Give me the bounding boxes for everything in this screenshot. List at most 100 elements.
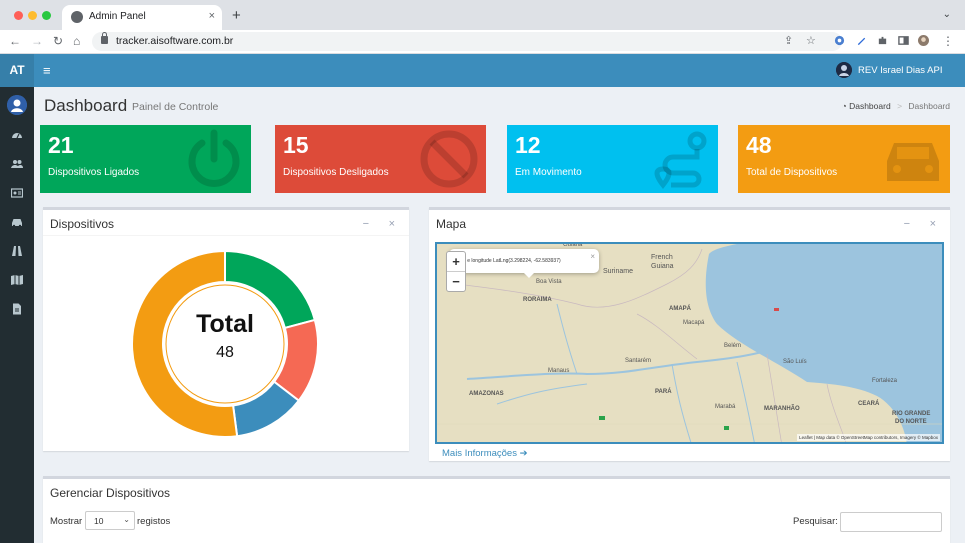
sidebar-toggle-icon[interactable] bbox=[898, 35, 909, 46]
app-logo[interactable]: AT bbox=[0, 54, 34, 87]
stat-box-moving[interactable]: 12 Em Movimento bbox=[507, 125, 718, 193]
address-bar[interactable]: tracker.aisoftware.com.br ⇪ ☆ bbox=[92, 32, 842, 51]
map-label: Guiana bbox=[563, 242, 583, 248]
panel-divider bbox=[43, 235, 409, 236]
browser-menu-icon[interactable]: ⋮ bbox=[942, 34, 954, 48]
forward-arrow-icon[interactable]: → bbox=[31, 34, 43, 48]
records-label: registos bbox=[137, 516, 171, 527]
popup-tip bbox=[524, 273, 534, 278]
car-icon bbox=[887, 143, 939, 181]
map-popup: itude e longitude LatLng(3.298224, -62.5… bbox=[449, 249, 599, 278]
stat-box-total[interactable]: 48 Total de Dispositivos bbox=[738, 125, 950, 193]
wrench-extension-icon[interactable] bbox=[856, 35, 867, 46]
share-icon[interactable]: ⇪ bbox=[784, 34, 793, 47]
map-label: Fortaleza bbox=[872, 378, 898, 384]
map-label: French bbox=[651, 254, 673, 261]
browser-tab[interactable]: Admin Panel × bbox=[62, 5, 222, 30]
map-panel: Mapa − × Guiana French Guiana Suriname B… bbox=[429, 207, 950, 461]
profile-avatar[interactable] bbox=[918, 35, 929, 46]
popup-close-button[interactable]: × bbox=[590, 252, 595, 261]
map-attribution[interactable]: Leaflet | Map data © OpenStreetMap contr… bbox=[797, 434, 940, 441]
donut-center-value: 48 bbox=[216, 344, 234, 361]
id-card-icon[interactable] bbox=[11, 187, 23, 199]
users-icon[interactable] bbox=[11, 158, 23, 170]
map-label: RIO GRANDE bbox=[892, 411, 931, 417]
menu-toggle-icon[interactable]: ≡ bbox=[43, 63, 51, 78]
close-button[interactable]: × bbox=[930, 218, 936, 230]
new-tab-button[interactable]: + bbox=[232, 7, 241, 24]
map-label: Boa Vista bbox=[536, 279, 562, 285]
minimize-button[interactable]: − bbox=[904, 218, 910, 230]
show-label: Mostrar bbox=[50, 516, 83, 527]
car-icon[interactable] bbox=[11, 216, 23, 228]
map-label: São Luís bbox=[783, 359, 807, 365]
dashboard-gauge-icon: ◔ bbox=[841, 101, 847, 111]
window-zoom-button[interactable] bbox=[42, 11, 51, 20]
map-tiles bbox=[437, 244, 942, 442]
popup-text: itude e longitude LatLng(3.298224, -62.5… bbox=[455, 258, 561, 264]
stat-value: 48 bbox=[746, 132, 772, 158]
extension-icon[interactable] bbox=[834, 35, 845, 46]
search-label: Pesquisar: bbox=[793, 516, 838, 527]
tab-search-button[interactable]: ⌄ bbox=[943, 9, 951, 20]
user-name: REV Israel Dias API bbox=[858, 65, 943, 76]
map-label: AMAPÁ bbox=[669, 306, 691, 312]
tab-close-button[interactable]: × bbox=[209, 10, 215, 22]
browser-toolbar: ← → ↻ ⌂ tracker.aisoftware.com.br ⇪ ☆ ⋮ bbox=[0, 30, 965, 54]
page-size-select[interactable]: 10 ⌄ bbox=[85, 511, 135, 530]
puzzle-icon[interactable] bbox=[877, 35, 888, 46]
bookmark-star-icon[interactable]: ☆ bbox=[806, 34, 816, 47]
stat-value: 15 bbox=[283, 132, 309, 158]
breadcrumb-item[interactable]: Dashboard bbox=[849, 101, 891, 111]
stat-label: Dispositivos Ligados bbox=[48, 167, 140, 178]
zoom-out-button[interactable]: − bbox=[447, 272, 465, 292]
map-label: Suriname bbox=[603, 268, 633, 275]
map-label: Santarém bbox=[625, 358, 652, 364]
more-info-link[interactable]: Mais Informações ➔ bbox=[442, 448, 528, 459]
stat-label: Dispositivos Desligados bbox=[283, 167, 389, 178]
minimize-button[interactable]: − bbox=[363, 218, 369, 230]
home-icon[interactable]: ⌂ bbox=[73, 34, 80, 48]
back-arrow-icon[interactable]: ← bbox=[9, 34, 21, 48]
close-button[interactable]: × bbox=[389, 218, 395, 230]
stat-box-off[interactable]: 15 Dispositivos Desligados bbox=[275, 125, 486, 193]
url-text: tracker.aisoftware.com.br bbox=[116, 35, 234, 47]
dashboard-gauge-icon[interactable] bbox=[11, 129, 23, 141]
donut-center-title: Total bbox=[196, 310, 254, 338]
map-label: Guiana bbox=[651, 263, 674, 270]
stat-label: Total de Dispositivos bbox=[746, 167, 838, 178]
search-input[interactable] bbox=[840, 512, 942, 532]
lock-icon bbox=[101, 32, 108, 44]
stat-label: Em Movimento bbox=[515, 167, 582, 178]
map-label: Manaus bbox=[548, 368, 570, 374]
sidebar-user-avatar[interactable] bbox=[7, 95, 27, 115]
map-label: Belém bbox=[724, 343, 742, 349]
page-title: Dashboard bbox=[44, 96, 128, 115]
power-icon bbox=[188, 129, 240, 187]
map-view[interactable]: Guiana French Guiana Suriname Boa Vista … bbox=[435, 242, 944, 444]
window-close-button[interactable] bbox=[14, 11, 23, 20]
document-icon[interactable] bbox=[11, 303, 23, 315]
zoom-in-button[interactable]: + bbox=[447, 252, 465, 272]
sidebar bbox=[0, 87, 34, 543]
user-menu[interactable]: REV Israel Dias API bbox=[836, 62, 951, 79]
stat-value: 21 bbox=[48, 132, 74, 158]
main-content: Dashboard Painel de Controle ◔ Dashboard… bbox=[34, 87, 965, 543]
map-label: MARANHÃO bbox=[764, 406, 800, 412]
map-icon[interactable] bbox=[11, 274, 23, 286]
breadcrumb-separator: > bbox=[897, 101, 903, 111]
chevron-down-icon: ⌄ bbox=[123, 515, 130, 524]
map-label: Marabá bbox=[715, 404, 736, 410]
map-label: CEARÁ bbox=[858, 401, 880, 407]
route-icon bbox=[654, 131, 707, 189]
user-avatar bbox=[836, 62, 852, 78]
zoom-control: + − bbox=[446, 251, 466, 292]
stat-box-on[interactable]: 21 Dispositivos Ligados bbox=[40, 125, 251, 193]
panel-title: Mapa bbox=[436, 217, 467, 231]
tab-title: Admin Panel bbox=[89, 11, 146, 22]
panel-title: Dispositivos bbox=[50, 217, 115, 231]
window-minimize-button[interactable] bbox=[28, 11, 37, 20]
globe-icon bbox=[71, 11, 83, 23]
road-icon[interactable] bbox=[11, 245, 23, 257]
reload-icon[interactable]: ↻ bbox=[53, 34, 63, 48]
